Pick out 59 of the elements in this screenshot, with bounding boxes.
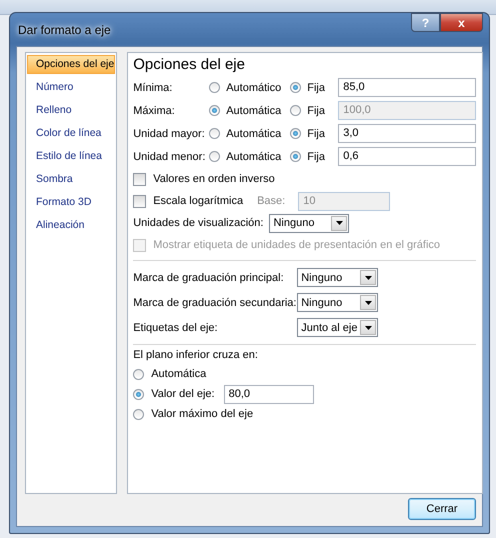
checkbox-label: Mostrar etiqueta de unidades de presentación en el gráfico <box>153 239 440 251</box>
radio-button[interactable] <box>209 82 220 93</box>
input-field[interactable]: 0,6 <box>338 147 476 166</box>
field-label: Base: <box>257 195 286 207</box>
radio-button[interactable] <box>290 128 302 139</box>
radio-button[interactable] <box>290 151 302 162</box>
field-label: Máxima: <box>133 104 176 116</box>
close-dialog-button[interactable]: Cerrar <box>408 498 476 520</box>
dropdown[interactable]: Ninguno <box>297 293 378 312</box>
field-label: Unidades de visualización: <box>133 217 264 229</box>
dropdown[interactable]: Ninguno <box>269 214 350 232</box>
field-label: Marca de graduación principal: <box>133 272 285 284</box>
radio-button[interactable] <box>209 128 220 139</box>
radio-label: Fija <box>307 82 325 94</box>
radio-label: Valor del eje: <box>151 388 215 400</box>
input-field[interactable]: 85,0 <box>338 78 476 97</box>
sidebar-item[interactable]: Color de línea <box>27 124 116 143</box>
radio-button[interactable] <box>209 151 220 162</box>
checkbox[interactable] <box>133 194 146 208</box>
radio-label: Automática <box>226 104 282 116</box>
sidebar-item[interactable]: Estilo de línea <box>27 147 116 166</box>
input-field[interactable]: 3,0 <box>338 124 476 143</box>
radio-label: Fija <box>307 104 325 116</box>
dropdown[interactable]: Ninguno <box>297 268 378 287</box>
panel-title: Opciones del eje <box>133 56 246 73</box>
section-label: El plano inferior cruza en: <box>133 349 259 363</box>
field-label: Marca de graduación secundaria: <box>133 296 298 308</box>
sidebar-item[interactable]: Relleno <box>27 101 116 120</box>
radio-label: Automático <box>226 82 282 94</box>
close-button[interactable]: x <box>440 13 483 32</box>
radio-button[interactable] <box>133 368 144 380</box>
field-label: Mínima: <box>133 82 174 94</box>
checkbox-label: Escala logarítmica <box>153 195 244 207</box>
radio-button[interactable] <box>133 408 144 420</box>
caret-icon <box>364 326 372 330</box>
radio-label: Automática <box>226 128 282 140</box>
field-label: Etiquetas del eje: <box>133 322 219 334</box>
field-label: Unidad mayor: <box>133 128 206 140</box>
sidebar-item[interactable]: Opciones del eje <box>27 55 116 74</box>
input-field[interactable]: 80,0 <box>224 384 314 404</box>
dropdown[interactable]: Junto al eje <box>297 318 378 337</box>
radio-label: Automática <box>226 150 282 162</box>
sidebar-item[interactable]: Formato 3D <box>27 193 116 212</box>
sidebar-item[interactable]: Alineación <box>27 216 116 235</box>
window-title: Dar formato a eje <box>18 22 111 36</box>
field-label: Unidad menor: <box>133 150 206 162</box>
radio-label: Fija <box>307 128 325 140</box>
caret-icon <box>336 221 343 225</box>
sidebar-item[interactable]: Sombra <box>27 170 116 189</box>
checkbox[interactable] <box>133 172 146 186</box>
caret-icon <box>364 300 372 304</box>
radio-label: Valor máximo del eje <box>151 408 254 420</box>
radio-button[interactable] <box>290 82 302 93</box>
sidebar-item[interactable]: Número <box>27 78 116 97</box>
caret-icon <box>364 276 372 280</box>
radio-button[interactable] <box>133 388 144 400</box>
checkbox-label: Valores en orden inverso <box>153 173 275 185</box>
radio-label: Automática <box>151 368 206 380</box>
radio-label: Fija <box>307 150 325 162</box>
